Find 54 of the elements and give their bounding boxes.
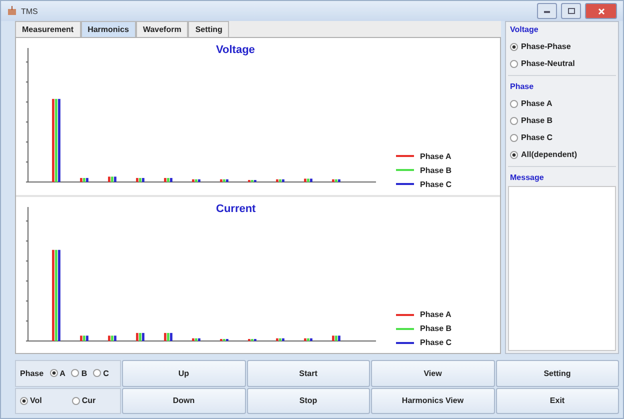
- radio-icon[interactable]: [510, 100, 518, 108]
- radio-option[interactable]: All(dependent): [506, 146, 618, 163]
- group-title: Message: [509, 173, 545, 182]
- radio-option[interactable]: Phase A: [506, 95, 618, 112]
- action-button[interactable]: Up: [122, 360, 246, 386]
- action-button[interactable]: Stop: [246, 388, 370, 414]
- tab[interactable]: Setting: [188, 21, 230, 37]
- radio-option[interactable]: Vol: [20, 396, 42, 406]
- legend-label: Phase B: [420, 324, 452, 333]
- legend-label: Phase A: [420, 310, 452, 319]
- group-title: Voltage: [509, 25, 540, 34]
- app-icon: [7, 6, 17, 16]
- action-button[interactable]: Setting: [496, 360, 619, 386]
- radio-icon[interactable]: [510, 42, 518, 50]
- action-button[interactable]: Harmonics View: [371, 388, 494, 414]
- radio-icon[interactable]: [510, 116, 518, 124]
- legend-label: Phase C: [420, 338, 452, 347]
- radio-icon[interactable]: [50, 369, 58, 378]
- legend-label: Phase A: [420, 152, 452, 160]
- phase-label: Phase: [20, 368, 44, 378]
- action-button[interactable]: Start: [246, 360, 370, 386]
- radio-icon[interactable]: [510, 134, 518, 142]
- action-button[interactable]: Exit: [496, 388, 619, 414]
- radio-icon[interactable]: [71, 369, 80, 378]
- radio-icon[interactable]: [93, 369, 102, 378]
- radio-icon[interactable]: [510, 60, 518, 68]
- radio-option[interactable]: Phase-Phase: [506, 38, 618, 55]
- tab[interactable]: Harmonics: [80, 21, 136, 37]
- radio-option[interactable]: Phase C: [506, 129, 618, 146]
- chart-title: Voltage: [216, 44, 255, 56]
- chart-title: Current: [216, 202, 256, 214]
- close-icon: [598, 8, 604, 14]
- radio-icon[interactable]: [510, 150, 518, 158]
- action-button[interactable]: View: [371, 360, 494, 386]
- close-button[interactable]: [585, 3, 617, 19]
- radio-option[interactable]: B: [71, 368, 88, 378]
- maximize-icon: [568, 8, 574, 14]
- action-button[interactable]: Down: [122, 388, 246, 414]
- radio-option[interactable]: A: [50, 368, 66, 378]
- radio-icon[interactable]: [20, 396, 28, 405]
- legend-label: Phase B: [420, 166, 452, 174]
- group-title: Phase: [509, 82, 535, 91]
- radio-option[interactable]: Phase-Neutral: [506, 55, 618, 72]
- radio-icon[interactable]: [72, 396, 80, 405]
- radio-option[interactable]: C: [93, 368, 109, 378]
- legend-label: Phase C: [420, 180, 452, 188]
- minimize-button[interactable]: [537, 3, 557, 19]
- maximize-button[interactable]: [561, 3, 581, 19]
- minimize-icon: [544, 9, 550, 13]
- tab[interactable]: Waveform: [136, 21, 188, 37]
- window-title: TMS: [21, 6, 39, 16]
- radio-option[interactable]: Phase B: [506, 112, 618, 129]
- tab[interactable]: Measurement: [15, 21, 81, 37]
- radio-option[interactable]: Cur: [72, 396, 96, 406]
